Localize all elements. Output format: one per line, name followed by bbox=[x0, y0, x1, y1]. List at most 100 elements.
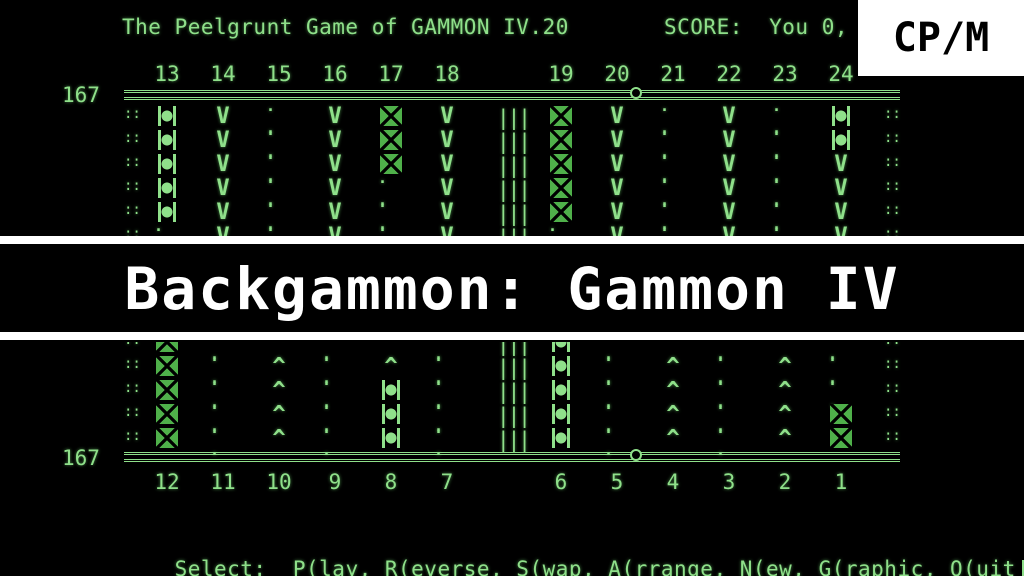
point-arrow-down[interactable]: V bbox=[434, 202, 460, 224]
point-arrow-down[interactable]: V bbox=[828, 178, 854, 200]
checker-player[interactable] bbox=[552, 404, 570, 424]
point-arrow-up[interactable]: ^ bbox=[378, 356, 404, 378]
checker-player[interactable] bbox=[552, 356, 570, 376]
point-arrow-up[interactable]: ^ bbox=[660, 380, 686, 402]
point-arrow-down[interactable]: V bbox=[716, 202, 742, 224]
point-arrow-up[interactable]: ^ bbox=[266, 356, 292, 378]
banner-title: Backgammon: Gammon IV bbox=[124, 255, 900, 323]
board-edge: :: bbox=[124, 404, 141, 420]
board-edge: :: bbox=[124, 106, 141, 122]
point-number: 23 bbox=[772, 62, 798, 86]
point-arrow-up[interactable]: ^ bbox=[660, 404, 686, 426]
point-number: 17 bbox=[378, 62, 404, 86]
checker-player[interactable] bbox=[382, 404, 400, 424]
empty-point[interactable]: . . bbox=[210, 419, 236, 459]
point-arrow-down[interactable]: V bbox=[604, 106, 630, 128]
point-arrow-up[interactable]: ^ bbox=[772, 428, 798, 450]
point-arrow-down[interactable]: V bbox=[434, 154, 460, 176]
point-arrow-down[interactable]: V bbox=[604, 178, 630, 200]
point-number: 11 bbox=[210, 470, 236, 494]
checker-computer[interactable] bbox=[156, 404, 178, 424]
checker-computer[interactable] bbox=[156, 356, 178, 376]
point-arrow-down[interactable]: V bbox=[210, 202, 236, 224]
empty-point[interactable]: . . bbox=[716, 419, 742, 459]
point-arrow-down[interactable]: V bbox=[322, 106, 348, 128]
empty-point[interactable]: . . bbox=[604, 419, 630, 459]
board-edge: :: bbox=[124, 202, 141, 218]
point-arrow-down[interactable]: V bbox=[210, 154, 236, 176]
empty-point[interactable]: . . bbox=[828, 371, 854, 411]
point-arrow-down[interactable]: V bbox=[604, 202, 630, 224]
point-arrow-up[interactable]: ^ bbox=[660, 356, 686, 378]
point-arrow-down[interactable]: V bbox=[604, 154, 630, 176]
checker-player[interactable] bbox=[158, 154, 176, 174]
checker-computer[interactable] bbox=[380, 106, 402, 126]
point-arrow-up[interactable]: ^ bbox=[660, 428, 686, 450]
point-arrow-down[interactable]: V bbox=[434, 178, 460, 200]
title-banner: Backgammon: Gammon IV bbox=[0, 236, 1024, 342]
empty-point[interactable]: . . bbox=[322, 419, 348, 459]
checker-player[interactable] bbox=[382, 428, 400, 448]
point-number: 24 bbox=[828, 62, 854, 86]
point-arrow-down[interactable]: V bbox=[434, 130, 460, 152]
game-title: The Peelgrunt Game of GAMMON IV.20 bbox=[122, 15, 569, 39]
point-arrow-up[interactable]: ^ bbox=[266, 428, 292, 450]
point-arrow-down[interactable]: V bbox=[322, 130, 348, 152]
checker-player[interactable] bbox=[552, 380, 570, 400]
checker-computer[interactable] bbox=[550, 106, 572, 126]
board-bar: ||| bbox=[497, 154, 531, 178]
platform-badge: CP/M bbox=[858, 0, 1024, 76]
point-arrow-down[interactable]: V bbox=[828, 154, 854, 176]
point-number: 13 bbox=[154, 62, 180, 86]
checker-player[interactable] bbox=[158, 106, 176, 126]
checker-computer[interactable] bbox=[550, 130, 572, 150]
checker-player[interactable] bbox=[552, 428, 570, 448]
checker-player[interactable] bbox=[832, 130, 850, 150]
point-number: 10 bbox=[266, 470, 292, 494]
point-arrow-up[interactable]: ^ bbox=[772, 404, 798, 426]
board-bar: ||| bbox=[497, 178, 531, 202]
point-arrow-down[interactable]: V bbox=[322, 202, 348, 224]
pip-count-top: 167 bbox=[62, 83, 100, 107]
checker-computer[interactable] bbox=[830, 404, 852, 424]
point-number: 9 bbox=[328, 470, 342, 494]
point-arrow-up[interactable]: ^ bbox=[266, 404, 292, 426]
banner-bottom-line bbox=[0, 332, 1024, 340]
checker-player[interactable] bbox=[158, 178, 176, 198]
checker-computer[interactable] bbox=[550, 178, 572, 198]
point-arrow-down[interactable]: V bbox=[604, 130, 630, 152]
checker-computer[interactable] bbox=[830, 428, 852, 448]
point-arrow-down[interactable]: V bbox=[210, 130, 236, 152]
point-number: 15 bbox=[266, 62, 292, 86]
point-arrow-up[interactable]: ^ bbox=[772, 356, 798, 378]
point-arrow-down[interactable]: V bbox=[210, 106, 236, 128]
checker-computer[interactable] bbox=[550, 154, 572, 174]
checker-computer[interactable] bbox=[156, 428, 178, 448]
point-arrow-down[interactable]: V bbox=[716, 154, 742, 176]
point-number: 12 bbox=[154, 470, 180, 494]
checker-player[interactable] bbox=[158, 130, 176, 150]
point-arrow-down[interactable]: V bbox=[322, 178, 348, 200]
board-edge: :: bbox=[884, 202, 901, 218]
board-edge: :: bbox=[884, 130, 901, 146]
point-arrow-down[interactable]: V bbox=[828, 202, 854, 224]
board-bar: ||| bbox=[497, 380, 531, 404]
point-arrow-down[interactable]: V bbox=[322, 154, 348, 176]
checker-player[interactable] bbox=[832, 106, 850, 126]
point-arrow-up[interactable]: ^ bbox=[772, 380, 798, 402]
board-edge: :: bbox=[884, 356, 901, 372]
command-menu[interactable]: Select: P(lay, R(everse, S(wap, A(rrange… bbox=[122, 536, 1024, 576]
point-arrow-down[interactable]: V bbox=[434, 106, 460, 128]
empty-point[interactable]: . . bbox=[434, 419, 460, 459]
checker-computer[interactable] bbox=[156, 380, 178, 400]
point-arrow-down[interactable]: V bbox=[716, 106, 742, 128]
pip-count-bottom: 167 bbox=[62, 446, 100, 470]
checker-computer[interactable] bbox=[380, 130, 402, 150]
checker-player[interactable] bbox=[382, 380, 400, 400]
point-arrow-down[interactable]: V bbox=[210, 178, 236, 200]
board-bar: ||| bbox=[497, 428, 531, 452]
point-arrow-down[interactable]: V bbox=[716, 130, 742, 152]
point-number: 5 bbox=[610, 470, 624, 494]
point-arrow-up[interactable]: ^ bbox=[266, 380, 292, 402]
point-arrow-down[interactable]: V bbox=[716, 178, 742, 200]
